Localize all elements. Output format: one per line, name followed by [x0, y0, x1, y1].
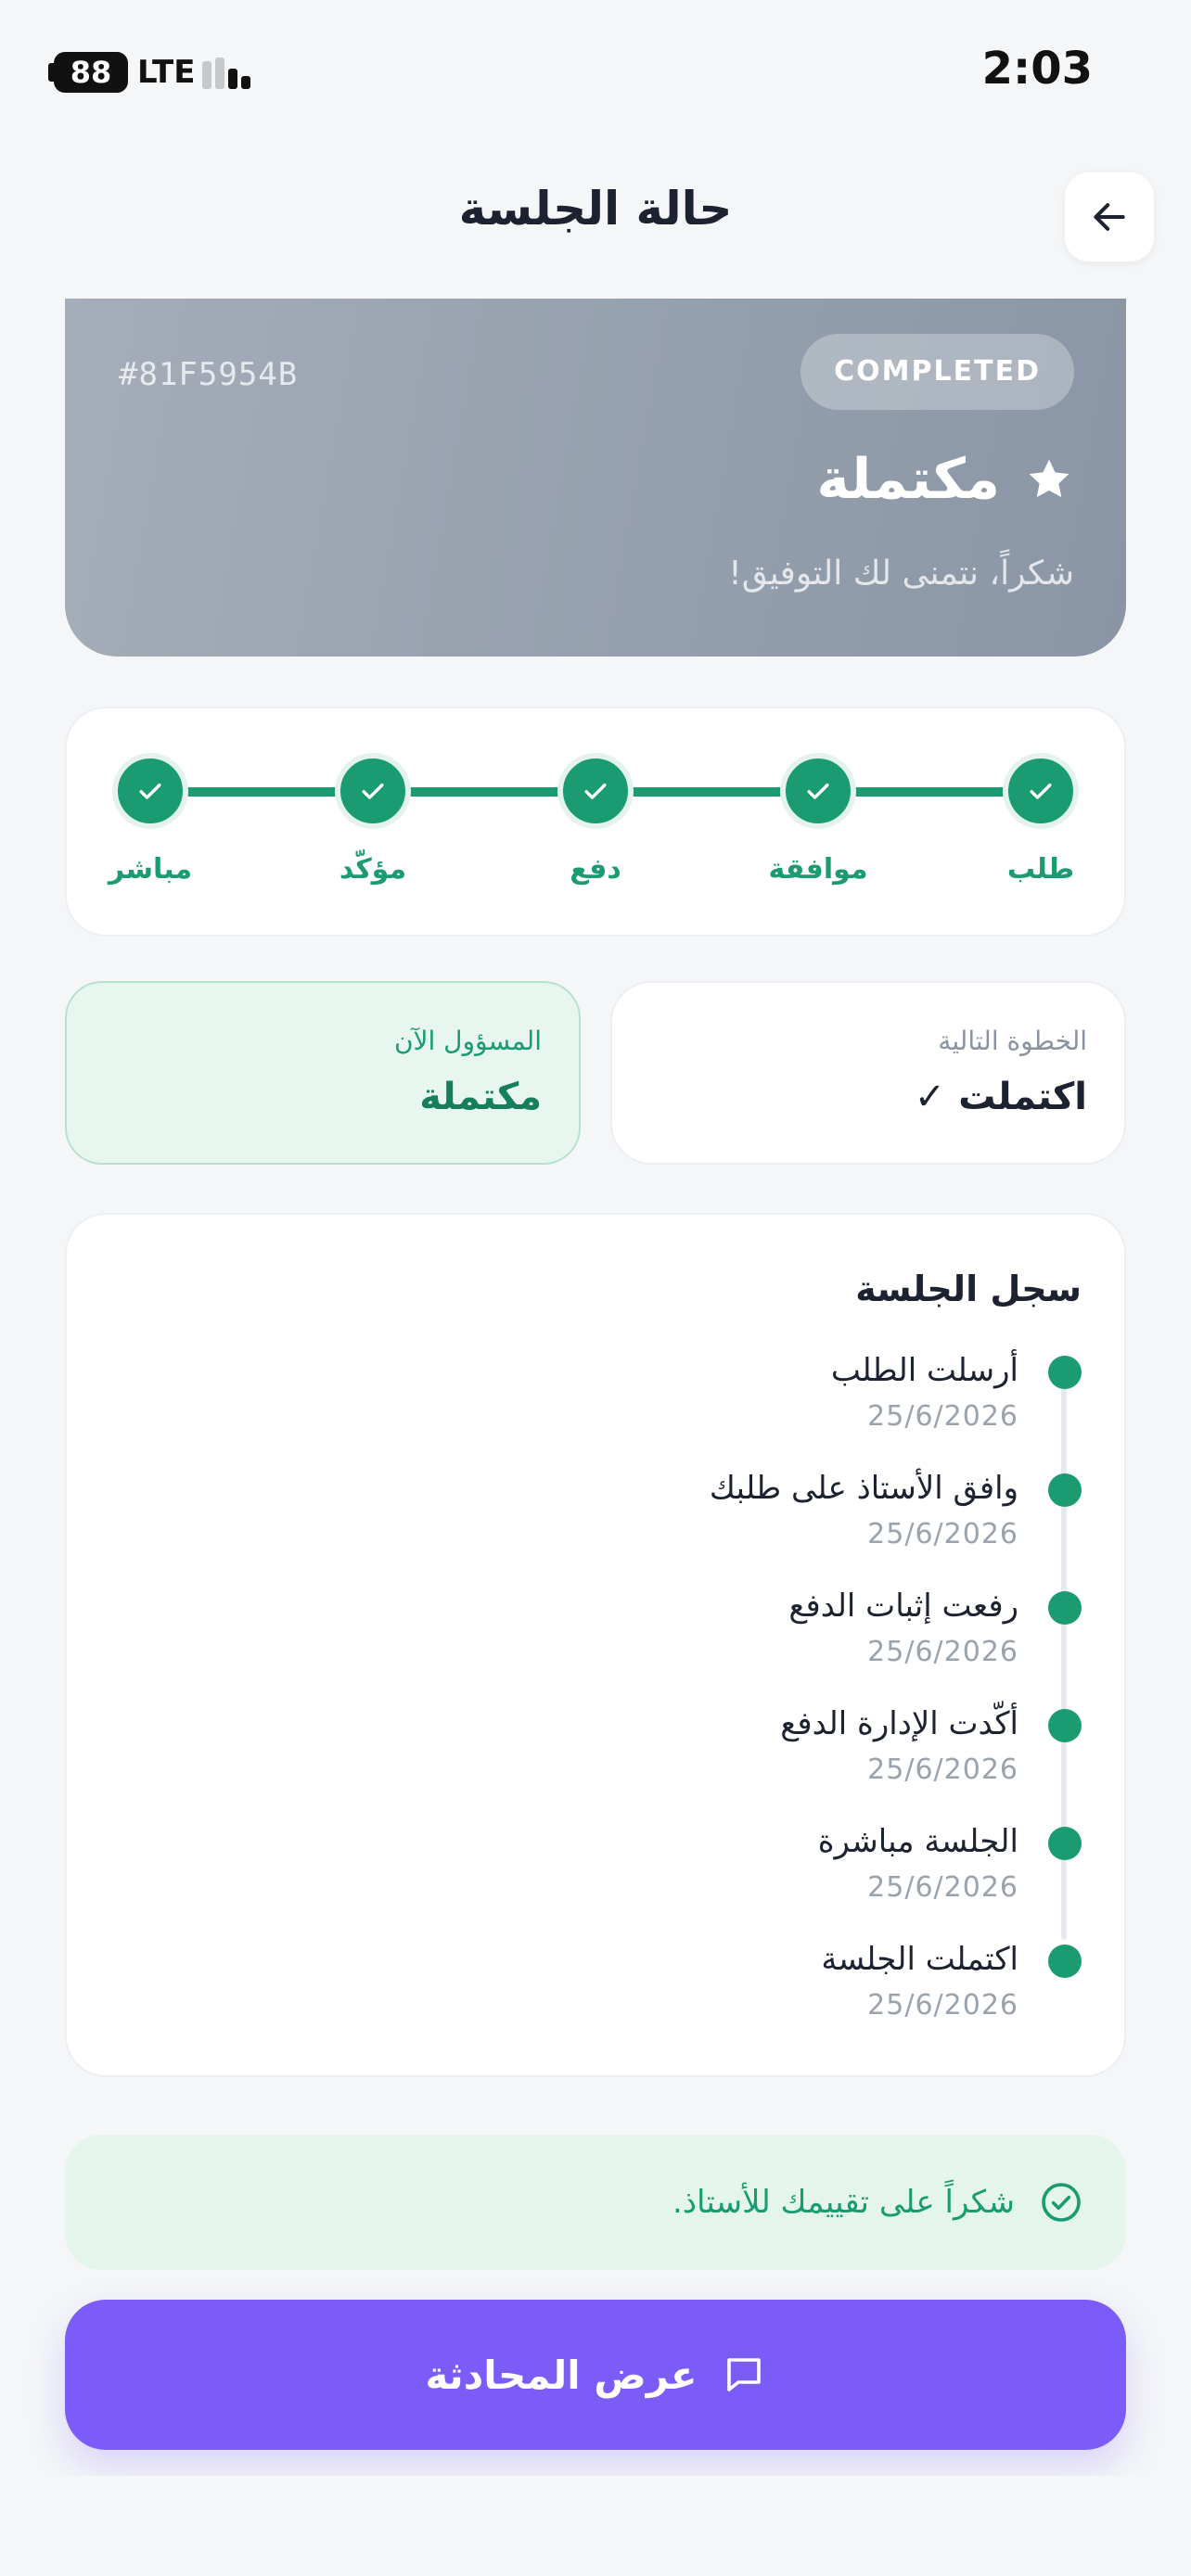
timeline-event: الجلسة مباشرة	[817, 1823, 1018, 1860]
timeline-date: 25/6/2026	[867, 1753, 1018, 1786]
current-owner-value: مكتملة	[419, 1076, 542, 1118]
status-text: مكتملة	[816, 447, 1000, 512]
progress-step: دفع	[512, 753, 679, 886]
timeline-date: 25/6/2026	[867, 1400, 1018, 1433]
arrow-left-icon	[1094, 203, 1125, 231]
status-message: شكراً، نتمنى لك التوفيق!	[728, 555, 1074, 593]
timeline-event: وافق الأستاذ على طلبك	[709, 1470, 1018, 1507]
rating-thanks-text: شكراً على تقييمك للأستاذ.	[672, 2184, 1015, 2221]
timeline-item: وافق الأستاذ على طلبك 25/6/2026	[247, 1470, 1082, 1572]
star-icon	[1029, 459, 1069, 498]
status-heading: مكتملة	[816, 447, 1074, 512]
next-step-card: الخطوة التالية اكتملت ✓	[610, 981, 1126, 1165]
timeline-event: أكّدت الإدارة الدفع	[780, 1705, 1018, 1742]
session-id: #81F5954B	[119, 356, 299, 393]
clock: 2:03	[981, 43, 1093, 95]
timeline-date: 25/6/2026	[867, 1871, 1018, 1904]
page-title: حالة الجلسة	[458, 182, 733, 236]
next-step-label: الخطوة التالية	[938, 1026, 1087, 1056]
check-circle-icon	[1042, 2183, 1081, 2222]
current-owner-label: المسؤول الآن	[393, 1026, 542, 1056]
signal-icon	[202, 56, 258, 89]
timeline-item: اكتملت الجلسة 25/6/2026	[247, 1941, 1082, 2043]
status-badge: COMPLETED	[800, 334, 1074, 410]
progress-step: طلب	[957, 753, 1124, 886]
battery-indicator: 88	[54, 52, 128, 93]
step-check-icon	[1003, 753, 1079, 829]
timeline-item: أرسلت الطلب 25/6/2026	[247, 1352, 1082, 1454]
current-owner-card: المسؤول الآن مكتملة	[65, 981, 581, 1165]
step-check-icon	[335, 753, 411, 829]
session-status-card: #81F5954B COMPLETED مكتملة شكراً، نتمنى …	[65, 299, 1126, 657]
timeline-event: أرسلت الطلب	[830, 1352, 1018, 1389]
step-label: طلب	[1006, 853, 1075, 886]
timeline-item: رفعت إثبات الدفع 25/6/2026	[247, 1588, 1082, 1690]
session-log-title: سجل الجلسة	[855, 1269, 1082, 1309]
progress-step: موافقة	[735, 753, 902, 886]
bottom-safe-area	[0, 2476, 1191, 2576]
timeline-dot	[1048, 1709, 1082, 1742]
timeline-event: رفعت إثبات الدفع	[788, 1588, 1018, 1625]
timeline-date: 25/6/2026	[867, 1518, 1018, 1550]
step-check-icon	[557, 753, 634, 829]
step-label: مؤكّد	[339, 853, 407, 886]
timeline-dot	[1048, 1473, 1082, 1507]
timeline-date: 25/6/2026	[867, 1989, 1018, 2021]
step-label: موافقة	[768, 853, 868, 886]
view-chat-label: عرض المحادثة	[425, 2352, 698, 2398]
timeline-dot	[1048, 1945, 1082, 1978]
progress-step: مباشر	[67, 753, 234, 886]
back-button[interactable]	[1065, 172, 1154, 261]
session-log-card: سجل الجلسة أرسلت الطلب 25/6/2026 وافق الأس…	[65, 1213, 1126, 2077]
step-label: دفع	[570, 853, 621, 886]
view-chat-button[interactable]: عرض المحادثة	[65, 2300, 1126, 2450]
next-step-value: اكتملت ✓	[914, 1076, 1087, 1118]
timeline-dot	[1048, 1591, 1082, 1625]
timeline-item: أكّدت الإدارة الدفع 25/6/2026	[247, 1705, 1082, 1807]
progress-step: مؤكّد	[289, 753, 456, 886]
timeline-dot	[1048, 1827, 1082, 1860]
network-type: LTE	[137, 54, 196, 91]
timeline-date: 25/6/2026	[867, 1636, 1018, 1668]
step-check-icon	[780, 753, 856, 829]
timeline-dot	[1048, 1356, 1082, 1389]
progress-card: طلب موافقة دفع مؤكّد مباشر	[65, 707, 1126, 937]
chat-bubble-icon	[726, 2358, 761, 2391]
status-bar: 88 LTE 2:03	[0, 0, 1191, 139]
timeline-event: اكتملت الجلسة	[821, 1941, 1018, 1978]
rating-thanks-banner: شكراً على تقييمك للأستاذ.	[65, 2135, 1126, 2270]
timeline-item: الجلسة مباشرة 25/6/2026	[247, 1823, 1082, 1925]
step-label: مباشر	[108, 853, 193, 886]
step-check-icon	[112, 753, 188, 829]
